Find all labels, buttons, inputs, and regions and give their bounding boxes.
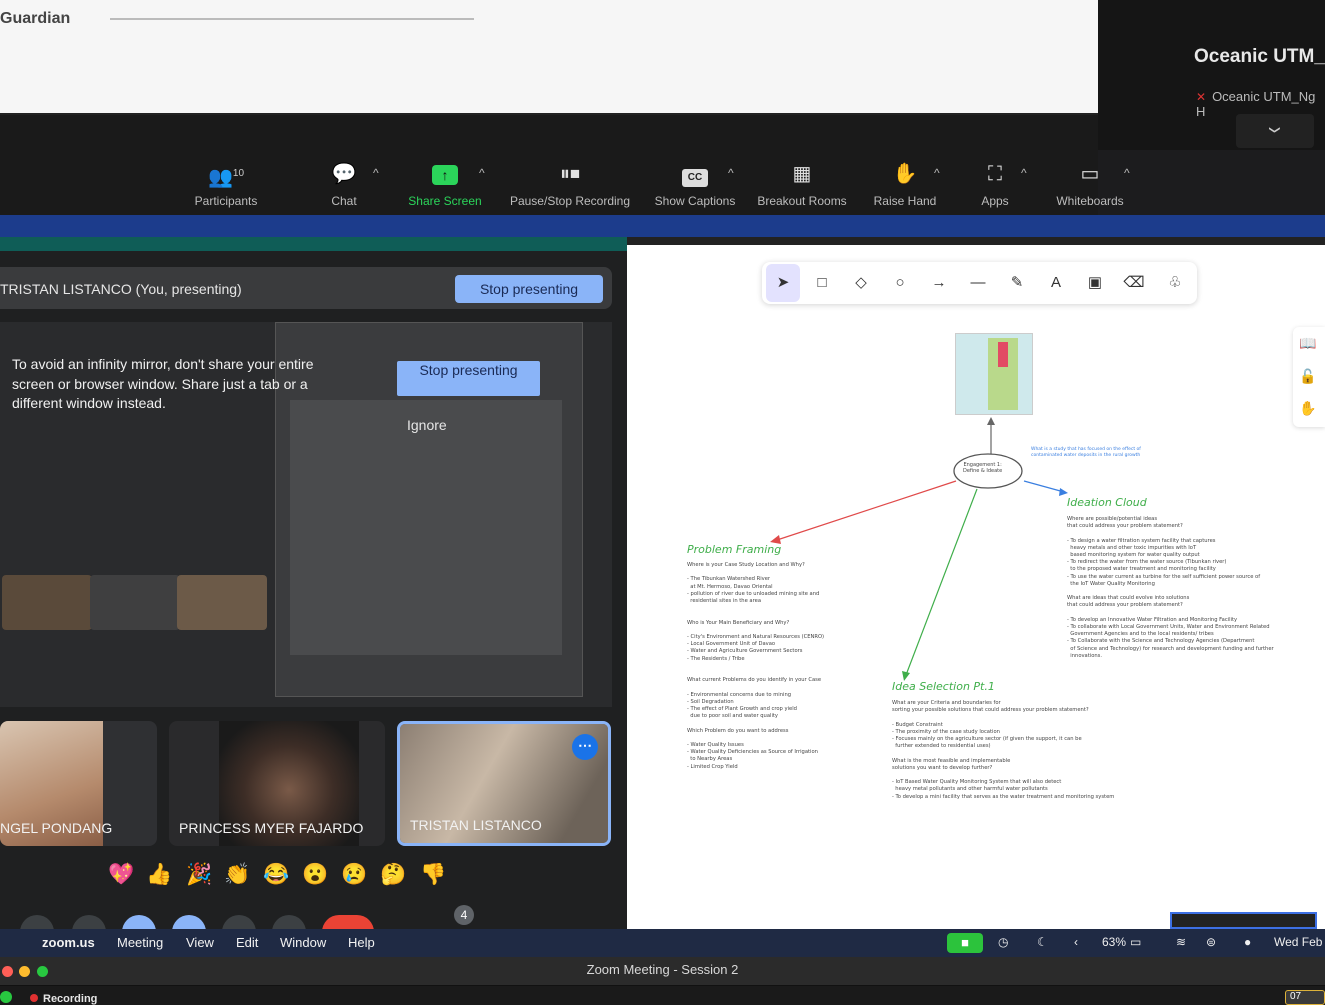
reaction-laugh-icon[interactable]: 😂	[263, 863, 289, 887]
whiteboards-caret-icon[interactable]: ^	[1124, 166, 1130, 180]
whiteboards-button[interactable]: ▭ Whiteboards	[1050, 162, 1130, 208]
infinity-mirror-warning: To avoid an infinity mirror, don't share…	[12, 356, 314, 411]
share-screen-label: Share Screen	[408, 194, 482, 208]
share-screen-button[interactable]: ↑ Share Screen	[404, 162, 486, 208]
share-screen-icon: ↑	[404, 162, 486, 186]
ignore-button[interactable]: Ignore	[407, 417, 447, 433]
menu-meeting[interactable]: Meeting	[117, 935, 163, 950]
share-status-bar	[0, 215, 1325, 237]
menu-zoom-us[interactable]: zoom.us	[42, 935, 95, 950]
participant-name: TRISTAN LISTANCO	[410, 817, 542, 833]
stop-presenting-small-button[interactable]: Stop presenting	[397, 361, 540, 396]
participant-name-title: Oceanic UTM_	[1194, 46, 1325, 67]
top-note: What is a study that has focused on the …	[1031, 447, 1141, 458]
menu-help[interactable]: Help	[348, 935, 375, 950]
participants-icon: 👥10	[207, 166, 245, 189]
show-captions-button[interactable]: CC Show Captions	[650, 162, 740, 208]
mirror-thumb	[90, 575, 180, 630]
share-caret-icon[interactable]: ^	[479, 166, 485, 180]
apps-caret-icon[interactable]: ^	[1021, 166, 1027, 180]
reaction-thinking-icon[interactable]: 🤔	[380, 863, 406, 887]
guardian-input-line	[110, 18, 474, 20]
menubar-date: Wed Feb	[1274, 935, 1323, 949]
window-thumbnail[interactable]	[1170, 912, 1317, 929]
breakout-label: Breakout Rooms	[757, 194, 847, 208]
recording-bar	[0, 986, 1325, 1005]
ideation-cloud-title: Ideation Cloud	[1067, 496, 1147, 509]
guardian-label: Guardian	[0, 10, 71, 27]
arrow-to-idea-selection	[905, 488, 978, 676]
moon-icon[interactable]: ☾	[1037, 935, 1048, 949]
mirror-thumb	[2, 575, 92, 630]
raise-hand-label: Raise Hand	[873, 194, 937, 208]
chat-button[interactable]: 💬 Chat	[326, 162, 362, 208]
menu-window[interactable]: Window	[280, 935, 326, 950]
arrow-to-ideation	[1023, 480, 1065, 493]
cc-icon: CC	[650, 162, 740, 187]
pause-stop-icon: ⏸⏹	[560, 163, 580, 185]
whiteboards-label: Whiteboards	[1056, 194, 1124, 208]
participant-name: NGEL PONDANG	[0, 820, 113, 836]
camera-active-icon[interactable]: ■	[947, 933, 983, 953]
problem-framing-title: Problem Framing	[687, 543, 782, 556]
participants-button[interactable]: 👥10 Participants	[190, 162, 262, 208]
reaction-clap-icon[interactable]: 👏	[224, 863, 250, 887]
reaction-thumbs-up-icon[interactable]: 👍	[146, 863, 172, 887]
clock-icon[interactable]: ◷	[998, 935, 1008, 949]
mirror-inner-screen	[290, 400, 562, 655]
center-node-label: Engagement 1: Define & Ideate	[963, 462, 1003, 474]
chevron-down-icon[interactable]: ›	[1236, 114, 1314, 148]
pause-stop-label: Pause/Stop Recording	[509, 194, 631, 208]
battery-icon[interactable]: ▭	[1130, 935, 1141, 949]
idea-selection-title: Idea Selection Pt.1	[892, 680, 995, 693]
reaction-party-icon[interactable]: 🎉	[186, 863, 212, 887]
more-options-icon[interactable]: ⋯	[572, 734, 598, 760]
stop-presenting-button[interactable]: Stop presenting	[455, 275, 603, 303]
participants-label: Participants	[194, 194, 258, 208]
meet-top-strip	[0, 237, 627, 251]
recording-indicator[interactable]: Recording	[30, 993, 97, 1005]
chat-icon: 💬	[331, 163, 357, 185]
pause-stop-recording-button[interactable]: ⏸⏹ Pause/Stop Recording	[504, 162, 636, 208]
raise-hand-button[interactable]: ✋ Raise Hand	[870, 162, 940, 208]
chat-caret-icon[interactable]: ^	[373, 166, 379, 180]
presenting-name: TRISTAN LISTANCO (You, presenting)	[0, 281, 242, 297]
apps-icon: ⛶	[988, 163, 1002, 185]
menu-view[interactable]: View	[186, 935, 214, 950]
participant-count-badge: 4	[454, 905, 474, 925]
breakout-icon: ▦	[792, 163, 812, 185]
mirror-thumb	[177, 575, 267, 630]
participant-tile[interactable]: NGEL PONDANG	[0, 721, 157, 846]
security-shield-icon[interactable]	[0, 991, 12, 1003]
apps-label: Apps	[981, 194, 1009, 208]
breakout-rooms-button[interactable]: ▦ Breakout Rooms	[752, 162, 852, 208]
control-center-icon[interactable]: ⊜	[1206, 935, 1216, 949]
reaction-sad-icon[interactable]: 😢	[341, 863, 367, 887]
idea-selection-body: What are your Criteria and boundaries fo…	[892, 700, 1115, 800]
reaction-heart-icon[interactable]: 💖	[108, 863, 134, 887]
hand-caret-icon[interactable]: ^	[934, 166, 940, 180]
participant-tile[interactable]: PRINCESS MYER FAJARDO	[169, 721, 385, 846]
ideation-cloud-body: Where are possible/potential ideas that …	[1067, 516, 1274, 659]
participant-name: PRINCESS MYER FAJARDO	[179, 820, 364, 836]
hand-icon: ✋	[892, 163, 918, 185]
reaction-thumbs-down-icon[interactable]: 👎	[420, 863, 446, 887]
whiteboard-icon: ▭	[1080, 163, 1100, 185]
browser-tab-strip	[627, 237, 1325, 245]
menu-edit[interactable]: Edit	[236, 935, 258, 950]
meeting-timer: 07	[1285, 990, 1325, 1005]
show-captions-label: Show Captions	[654, 194, 736, 208]
problem-framing-body: Where is your Case Study Location and Wh…	[687, 562, 825, 770]
apps-button[interactable]: ⛶ Apps	[975, 162, 1015, 208]
captions-caret-icon[interactable]: ^	[728, 166, 734, 180]
arrow-to-problem-framing	[776, 480, 957, 541]
chat-label: Chat	[331, 194, 357, 208]
battery-percent: 63%	[1102, 935, 1127, 949]
wifi-icon[interactable]: ≋	[1176, 935, 1186, 949]
participant-tile-active[interactable]: TRISTAN LISTANCO ⋯	[397, 721, 611, 846]
siri-icon[interactable]: ●	[1244, 935, 1251, 949]
reaction-surprised-icon[interactable]: 😮	[302, 863, 328, 887]
chevron-left-icon[interactable]: ‹	[1074, 935, 1078, 949]
window-title: Zoom Meeting - Session 2	[586, 962, 739, 977]
